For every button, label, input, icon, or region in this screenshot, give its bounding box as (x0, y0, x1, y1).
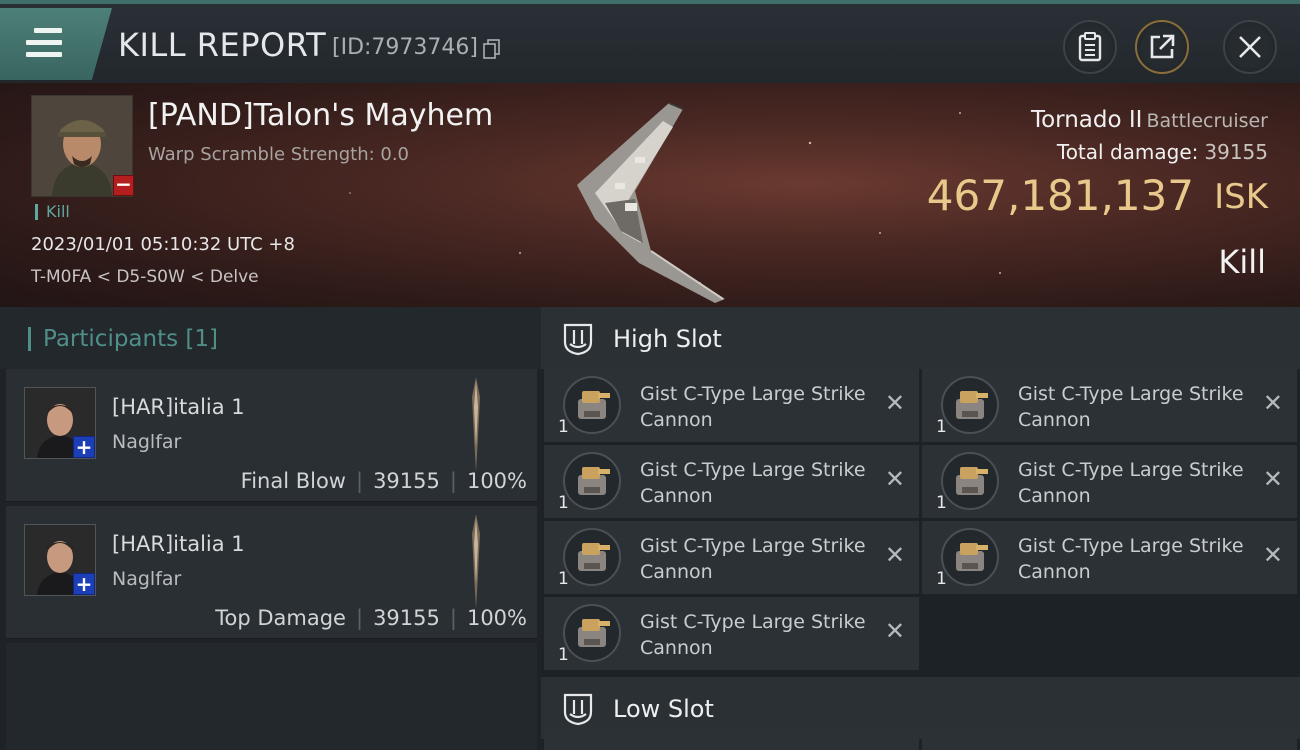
module-quantity: 1 (558, 417, 569, 437)
participant-damage: 39155 (373, 606, 440, 630)
weapon-icon (472, 377, 480, 472)
cannon-module-icon (940, 527, 1000, 587)
kill-banner: − [PAND]Talon's Mayhem Warp Scramble Str… (0, 83, 1300, 307)
cannon-module-icon (562, 375, 622, 435)
module-quantity: 1 (558, 569, 569, 589)
friendly-plus-icon: + (73, 573, 95, 595)
friendly-plus-icon: + (73, 436, 95, 458)
module-quantity: 1 (558, 645, 569, 665)
participant-percent: 100% (466, 606, 527, 630)
participant-role: Final Blow (240, 469, 346, 493)
cannon-module-icon (940, 375, 1000, 435)
destroyed-x-icon: ✕ (884, 617, 905, 645)
module-name: Gist C-Type Large Strike Cannon (640, 611, 866, 659)
fitting-panel: High Slot 1 Gist C-Type Large Strike Cann… (541, 307, 1300, 750)
close-button[interactable] (1223, 20, 1277, 74)
participant-row[interactable]: + [HAR]italia 1 Naglfar Top Damage | 391… (6, 506, 537, 639)
high-slot-title: High Slot (613, 325, 722, 353)
participants-panel: Participants [1] + [HAR]italia 1 Naglfar… (0, 307, 541, 750)
isk-value: 467,181,137 (926, 171, 1194, 220)
total-damage-label: Total damage: (1056, 140, 1199, 164)
module-card[interactable]: 1 Gist C-Type Large Strike Cannon ✕ (922, 369, 1297, 442)
stats-divider: | (449, 469, 457, 493)
participants-header: Participants [1] (0, 307, 541, 369)
ship-type[interactable]: Tornado II Battlecruiser (1031, 107, 1268, 133)
module-name: Gist C-Type Large Strike Cannon (1018, 459, 1244, 507)
module-card[interactable]: 1 Gist C-Type Large Strike Cannon ✕ (922, 521, 1297, 594)
kill-tag: Kill (35, 204, 70, 220)
page-title: KILL REPORT (118, 26, 327, 64)
high-slot-icon (563, 323, 593, 356)
low-slot-module-partial[interactable] (922, 728, 1297, 750)
participant-stats: Final Blow | 39155 | 100% (241, 469, 527, 493)
share-button[interactable] (1135, 20, 1189, 74)
module-name: Gist C-Type Large Strike Cannon (640, 535, 866, 583)
module-card[interactable]: 1 Gist C-Type Large Strike Cannon ✕ (544, 369, 919, 442)
module-card[interactable]: 1 Gist C-Type Large Strike Cannon ✕ (544, 521, 919, 594)
hamburger-icon (26, 28, 62, 58)
menu-button[interactable] (0, 8, 112, 80)
header-bar: KILL REPORT [ID:7973746] (0, 0, 1300, 83)
participants-empty-area (6, 643, 537, 750)
cannon-module-icon (940, 451, 1000, 511)
destroyed-x-icon: ✕ (1262, 465, 1283, 493)
module-name: Gist C-Type Large Strike Cannon (640, 383, 866, 431)
kill-timestamp: 2023/01/01 05:10:32 UTC +8 (31, 234, 295, 255)
clipboard-icon (1078, 32, 1102, 62)
warp-scramble-strength: Warp Scramble Strength: 0.0 (148, 144, 410, 165)
cannon-module-icon (562, 451, 622, 511)
kill-id: [ID:7973746] (332, 35, 478, 60)
kill-result: Kill (1218, 243, 1266, 281)
participant-role: Top Damage (215, 606, 346, 630)
participant-ship: Naglfar (112, 568, 182, 590)
participant-damage: 39155 (373, 469, 440, 493)
clipboard-button[interactable] (1063, 20, 1117, 74)
stats-divider: | (355, 469, 364, 493)
isk-unit: ISK (1214, 177, 1268, 217)
ship-name: Tornado II (1030, 107, 1143, 133)
close-icon (1239, 36, 1261, 58)
module-quantity: 1 (936, 569, 947, 589)
total-damage: Total damage: 39155 (1057, 140, 1268, 164)
participant-name[interactable]: [HAR]italia 1 (112, 532, 245, 556)
stats-divider: | (449, 606, 457, 630)
module-quantity: 1 (936, 493, 947, 513)
ship-render-image[interactable] (565, 93, 735, 303)
destroyed-x-icon: ✕ (1262, 389, 1283, 417)
module-name: Gist C-Type Large Strike Cannon (1018, 535, 1244, 583)
cannon-module-icon (562, 603, 622, 663)
participant-ship: Naglfar (112, 431, 182, 453)
weapon-icon (472, 514, 480, 609)
participant-percent: 100% (466, 469, 527, 493)
low-slot-icon (563, 693, 593, 726)
module-card[interactable]: 1 Gist C-Type Large Strike Cannon ✕ (544, 445, 919, 518)
module-quantity: 1 (936, 417, 947, 437)
destroyed-x-icon: ✕ (1262, 541, 1283, 569)
module-card[interactable]: 1 Gist C-Type Large Strike Cannon ✕ (544, 597, 919, 670)
destroyed-x-icon: ✕ (884, 465, 905, 493)
hostile-badge-icon: − (113, 174, 134, 196)
total-damage-value: 39155 (1204, 140, 1268, 164)
participant-row[interactable]: + [HAR]italia 1 Naglfar Final Blow | 391… (6, 369, 537, 502)
victim-name[interactable]: [PAND]Talon's Mayhem (148, 98, 493, 133)
ship-class: Battlecruiser (1146, 110, 1268, 132)
copy-icon[interactable] (483, 39, 501, 59)
low-slot-title: Low Slot (613, 695, 714, 723)
module-name: Gist C-Type Large Strike Cannon (1018, 383, 1244, 431)
high-slot-header: High Slot (541, 307, 1300, 369)
destroyed-x-icon: ✕ (884, 541, 905, 569)
participant-name[interactable]: [HAR]italia 1 (112, 395, 245, 419)
module-card[interactable]: 1 Gist C-Type Large Strike Cannon ✕ (922, 445, 1297, 518)
destroyed-x-icon: ✕ (884, 389, 905, 417)
stats-divider: | (355, 606, 364, 630)
module-name: Gist C-Type Large Strike Cannon (640, 459, 866, 507)
share-icon (1150, 34, 1175, 59)
module-quantity: 1 (558, 493, 569, 513)
participants-title: Participants [1] (28, 327, 218, 351)
participant-stats: Top Damage | 39155 | 100% (215, 606, 527, 630)
kill-location[interactable]: T-M0FA < D5-S0W < Delve (31, 267, 259, 287)
cannon-module-icon (562, 527, 622, 587)
low-slot-module-partial[interactable] (544, 728, 919, 750)
